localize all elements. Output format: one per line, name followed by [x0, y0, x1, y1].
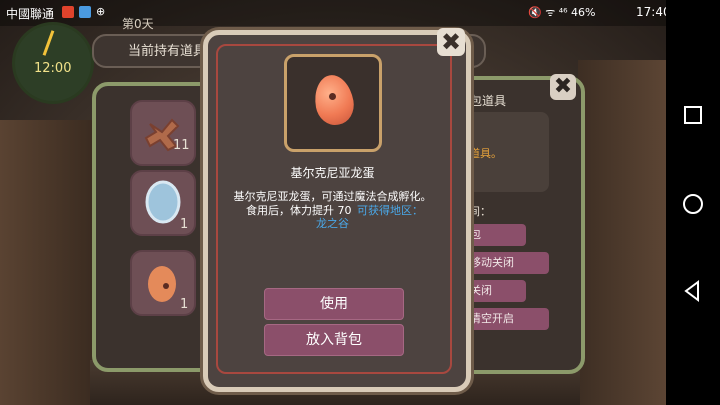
holding-label: 当前持有道具: [128, 44, 207, 59]
dialog-close-button[interactable]: ✖: [437, 28, 465, 56]
back-icon[interactable]: [682, 280, 702, 302]
day-label: 第0天: [122, 17, 154, 31]
app-notification-icon: [79, 6, 91, 18]
use-button[interactable]: 使用: [264, 288, 404, 320]
clock-time: 12:00: [34, 61, 72, 76]
app-notification-icon: ⊕: [96, 5, 106, 18]
background-wood-right: [578, 60, 666, 405]
obtain-region-name-link[interactable]: 龙之谷: [316, 215, 349, 231]
egg-spot: [329, 93, 336, 100]
cookie-icon: [144, 118, 180, 152]
inventory-slot-cookie[interactable]: [130, 100, 196, 166]
home-icon[interactable]: [683, 194, 703, 214]
carrier-label: 中國聯通: [6, 7, 55, 21]
item-name: 基尔克尼亚龙蛋: [290, 166, 375, 180]
backpack-close-button[interactable]: ✖: [550, 74, 576, 100]
slot-count: 11: [173, 138, 190, 153]
slot-count: 1: [180, 297, 189, 312]
recent-apps-icon[interactable]: [684, 106, 702, 124]
put-in-backpack-button[interactable]: 放入背包: [264, 324, 404, 356]
background-wood-left: [0, 120, 95, 405]
status-indicators: 🔇 ᯤ ⁴⁶ 46%: [528, 6, 596, 19]
slot-count: 1: [180, 217, 189, 232]
obtain-region-link[interactable]: 可获得地区：: [357, 202, 423, 218]
app-notification-icon: [62, 6, 74, 18]
